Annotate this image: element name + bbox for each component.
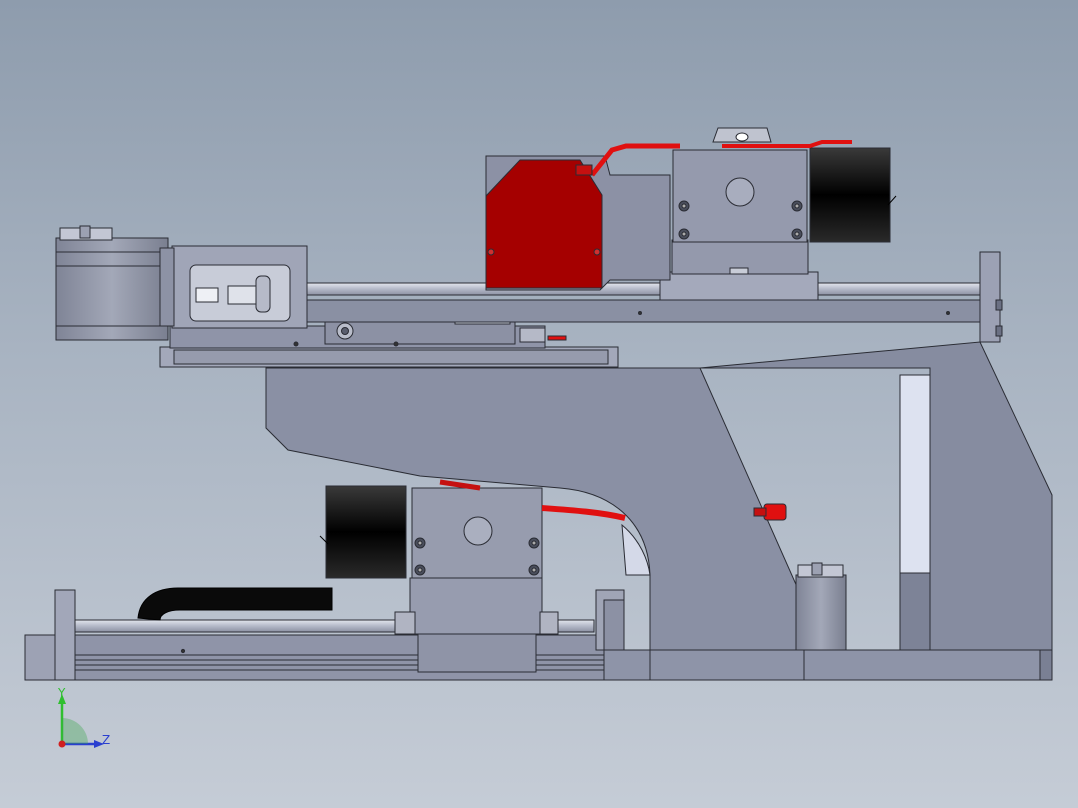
z-axis-label: Z [102, 733, 110, 747]
lower-black-motor [325, 485, 407, 579]
upper-stepper-motor [55, 225, 175, 341]
y-axis-label: Y [57, 686, 66, 700]
cad-model-view[interactable]: Y Z [0, 0, 1078, 808]
upper-rail [299, 282, 981, 296]
upper-carriage-assembly [485, 127, 897, 301]
upper-rail-body [304, 299, 981, 323]
column-window [899, 374, 931, 574]
lower-stepper-motor [795, 562, 847, 651]
base-plate-right [1039, 649, 1053, 681]
lower-red-cable [541, 505, 626, 521]
black-cable [137, 587, 333, 621]
cad-viewport[interactable]: Y Z [0, 0, 1078, 808]
upper-black-motor [809, 147, 891, 243]
x-axis-dot [58, 740, 66, 748]
column-plate [899, 572, 931, 652]
orientation-triad: Y Z [57, 686, 110, 748]
base-plate [603, 649, 1053, 681]
red-head-block [485, 159, 603, 289]
